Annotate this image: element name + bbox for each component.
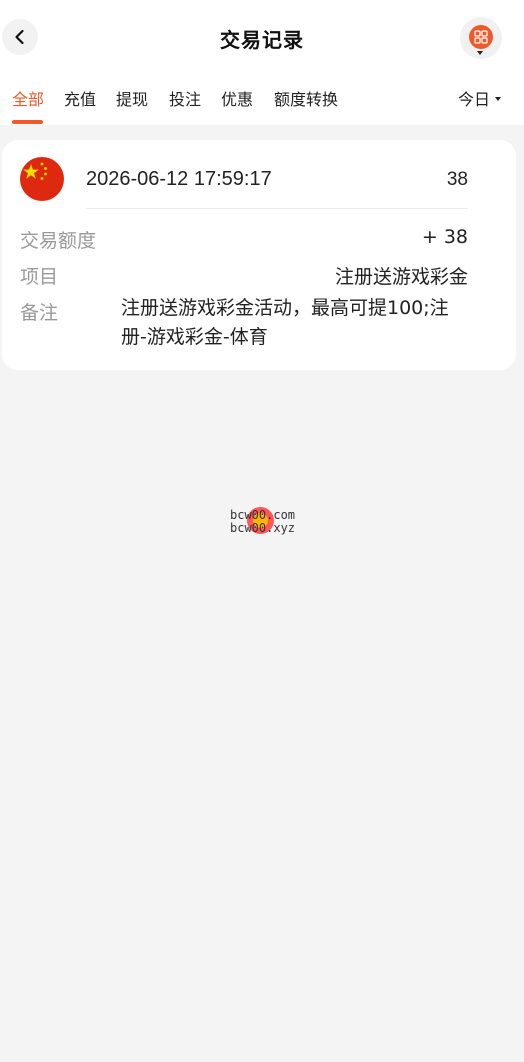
tab-withdraw[interactable]: 提现 [116,86,148,110]
remark-label: 备注 [20,302,59,324]
tab-promo[interactable]: 优惠 [221,86,253,110]
card-divider [86,208,468,209]
caret-down-icon [495,96,502,101]
tab-all[interactable]: 全部 [12,86,44,110]
tab-recharge[interactable]: 充值 [64,86,96,110]
menu-caret-icon [477,51,483,55]
tab-transfer[interactable]: 额度转换 [274,86,338,110]
active-tab-indicator [12,120,43,124]
item-value: 注册送游戏彩金 [334,266,468,288]
amount-label: 交易额度 [20,230,97,252]
tab-bet[interactable]: 投注 [169,86,201,110]
tab-bar: 全部 充值 提现 投注 优惠 额度转换 [0,86,524,116]
menu-button[interactable] [460,17,502,59]
grid-menu-icon [469,25,493,49]
transaction-card[interactable]: 2026-06-12 17:59:17 38 交易额度 + 38 项目 注册送游… [2,140,516,370]
top-bar: 交易记录 全部 充值 提现 投注 优惠 额度转换 今日 [0,0,524,125]
china-flag-icon [20,157,64,201]
watermark-line-2: bcw00.xyz [230,521,296,535]
watermark-line-1: bcw00.com [230,508,296,522]
remark-value: 注册送游戏彩金活动，最高可提100;注册-游戏彩金-体育 [121,297,449,348]
page-title: 交易记录 [220,28,304,52]
date-filter-label: 今日 [458,90,491,109]
transaction-datetime: 2026-06-12 17:59:17 [86,168,272,190]
watermark: bcw00.com bcw00.xyz [228,506,308,540]
amount-value: + 38 [421,226,468,248]
item-label: 项目 [20,266,59,288]
date-filter-dropdown[interactable]: 今日 [458,86,502,110]
transaction-amount-summary: 38 [446,169,468,190]
